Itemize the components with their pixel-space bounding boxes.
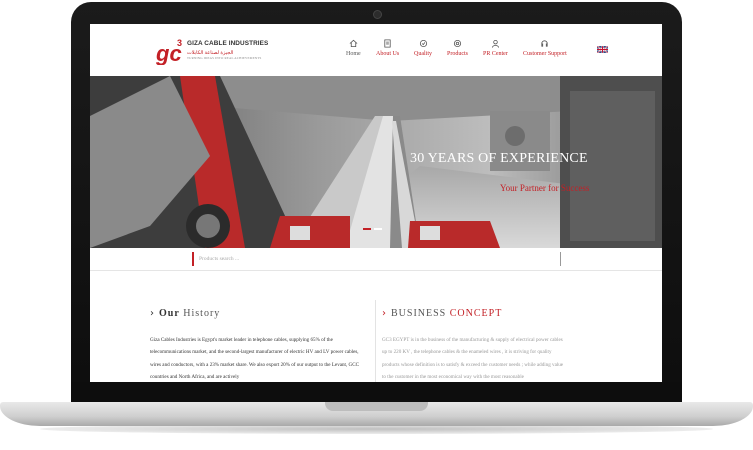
uk-flag-icon[interactable] <box>597 46 608 53</box>
hero-slider[interactable]: 30 YEARS OF EXPERIENCE Your Partner for … <box>90 76 662 248</box>
gc3-logo[interactable]: gc 3 <box>156 37 184 65</box>
products-icon <box>453 39 462 48</box>
svg-text:3: 3 <box>177 38 182 48</box>
nav-label: PR Center <box>483 51 508 57</box>
nav-about-us[interactable]: About Us <box>376 39 399 57</box>
business-concept-heading: › BUSINESS CONCEPT <box>382 308 503 319</box>
column-divider <box>375 300 376 382</box>
chevron-right-icon: › <box>382 308 387 319</box>
home-icon <box>349 39 358 48</box>
nav-quality[interactable]: Quality <box>414 39 432 57</box>
product-search-input[interactable] <box>192 252 561 266</box>
about-icon <box>384 39 391 48</box>
chevron-right-icon: › <box>150 308 155 319</box>
business-concept-text: GC3 EGYPT is in the business of the manu… <box>382 337 564 380</box>
site-header: gc 3 GIZA CABLE INDUSTRIES الجيزة لصناعة… <box>90 24 662 76</box>
company-tagline: TURNING IDEAS INTO REAL ACHIEVEMENTS <box>187 56 262 60</box>
company-name: GIZA CABLE INDUSTRIES <box>187 40 269 47</box>
history-text: Giza Cables Industries is Egypt's market… <box>150 337 359 380</box>
laptop-notch <box>325 402 428 411</box>
quality-icon <box>419 39 427 48</box>
hero-title: 30 YEARS OF EXPERIENCE <box>410 151 588 166</box>
webcam <box>373 10 382 19</box>
nav-customer-support[interactable]: Customer Support <box>523 39 567 57</box>
nav-pr-center[interactable]: PR Center <box>483 39 508 57</box>
nav-home[interactable]: Home <box>346 39 361 57</box>
history-heading: › Our History <box>150 308 221 319</box>
nav-label: Products <box>447 51 468 57</box>
nav-label: About Us <box>376 51 400 57</box>
nav-products[interactable]: Products <box>447 39 468 57</box>
pr-center-icon <box>491 39 499 48</box>
hero-subtitle: Your Partner for Success <box>500 183 590 193</box>
browser-viewport: gc 3 GIZA CABLE INDUSTRIES الجيزة لصناعة… <box>90 24 662 382</box>
nav-label: Customer Support <box>523 51 567 57</box>
nav-label: Quality <box>414 51 432 57</box>
customer-support-icon <box>541 40 549 47</box>
nav-label: Home <box>346 51 361 57</box>
